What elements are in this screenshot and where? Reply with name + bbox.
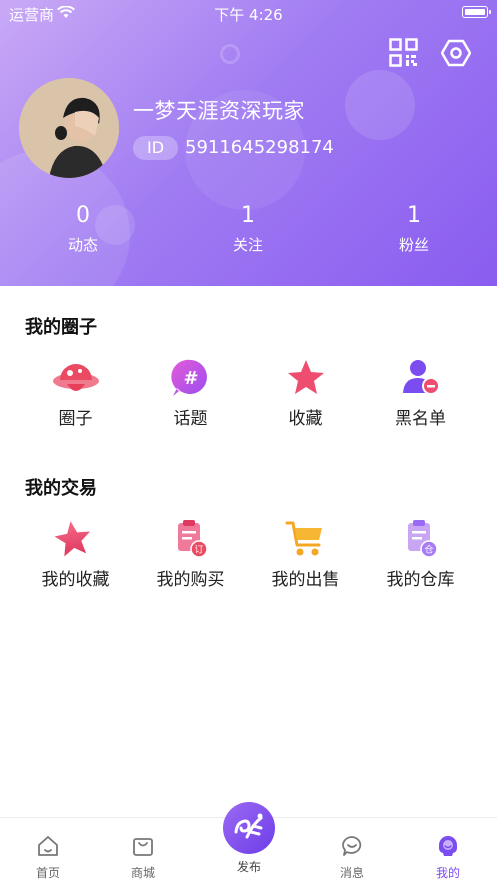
user-id-value: 5911645298174 (185, 137, 334, 158)
hashtag-icon: # (170, 359, 207, 396)
decor-circle (345, 70, 415, 140)
tab-home[interactable]: 首页 (13, 818, 83, 881)
stat-label: 动态 (67, 236, 98, 254)
tab-label: 商城 (130, 866, 155, 880)
grid-item-topic[interactable]: # 话题 (133, 358, 248, 429)
star-icon (53, 521, 90, 557)
stat-label: 关注 (232, 236, 263, 254)
tab-mall[interactable]: 商城 (108, 818, 178, 881)
username: 一梦天涯资深玩家 (133, 99, 305, 123)
grid-item-blacklist[interactable]: 黑名单 (363, 358, 478, 429)
grid-item-my-purchases[interactable]: 订 我的购买 (133, 519, 248, 590)
stat-posts[interactable]: 0 动态 (23, 203, 143, 255)
star-icon (287, 360, 324, 394)
order-clipboard-icon: 订 (177, 520, 208, 558)
grid-item-label: 我的仓库 (386, 570, 455, 590)
battery-icon (462, 6, 491, 18)
user-block-icon (402, 360, 440, 395)
avatar-portrait-icon (19, 78, 119, 178)
grid-item-label: 圈子 (58, 409, 93, 429)
settings-hexagon-icon[interactable] (441, 38, 471, 68)
svg-text:#: # (183, 368, 198, 389)
grid-item-label: 收藏 (288, 409, 323, 429)
grid-item-label: 我的收藏 (41, 570, 110, 590)
tab-messages[interactable]: 消息 (317, 818, 387, 881)
section-title-trade: 我的交易 (25, 478, 97, 499)
home-icon (38, 836, 58, 856)
publish-label: 发布 (236, 860, 261, 874)
stat-value: 1 (407, 203, 421, 228)
status-time: 下午 4:26 (214, 6, 283, 24)
grid-item-my-favorites[interactable]: 我的收藏 (18, 519, 133, 590)
grid-item-label: 我的出售 (271, 570, 340, 590)
planet-icon (52, 364, 99, 391)
stat-following[interactable]: 1 关注 (188, 203, 308, 255)
grid-item-my-warehouse[interactable]: 仓 我的仓库 (363, 519, 478, 590)
profile-icon (439, 836, 457, 856)
stat-value: 0 (76, 203, 90, 228)
grid-item-label: 黑名单 (395, 409, 446, 429)
shopping-bag-icon (133, 838, 153, 856)
chat-bubble-icon (342, 836, 362, 856)
stat-label: 粉丝 (398, 236, 429, 254)
decor-ring (220, 44, 240, 64)
avatar[interactable] (19, 78, 119, 178)
tab-label: 首页 (35, 866, 60, 880)
svg-text:订: 订 (194, 545, 203, 556)
qr-code-icon[interactable] (389, 38, 418, 67)
section-title-circle: 我的圈子 (25, 317, 97, 338)
svg-text:仓: 仓 (424, 544, 433, 556)
publish-icon (234, 813, 263, 839)
status-bar: 运营商 下午 4:26 (0, 0, 497, 26)
warehouse-clipboard-icon: 仓 (407, 520, 438, 558)
grid-item-my-sales[interactable]: 我的出售 (248, 519, 363, 590)
grid-item-favorites[interactable]: 收藏 (248, 358, 363, 429)
grid-item-circle[interactable]: 圈子 (18, 358, 133, 429)
tab-label: 我的 (435, 866, 460, 880)
publish-button[interactable] (223, 802, 275, 854)
tab-profile[interactable]: 我的 (413, 818, 483, 881)
grid-item-label: 我的购买 (156, 570, 225, 590)
tab-label: 消息 (339, 866, 364, 880)
profile-header: 运营商 下午 4:26 一梦天涯资深玩家 ID 5911645298174 0 … (0, 0, 497, 286)
stat-followers[interactable]: 1 粉丝 (354, 203, 474, 255)
shopping-cart-icon (285, 521, 322, 556)
id-badge: ID (133, 136, 178, 160)
grid-item-label: 话题 (173, 409, 208, 429)
stat-value: 1 (241, 203, 255, 228)
